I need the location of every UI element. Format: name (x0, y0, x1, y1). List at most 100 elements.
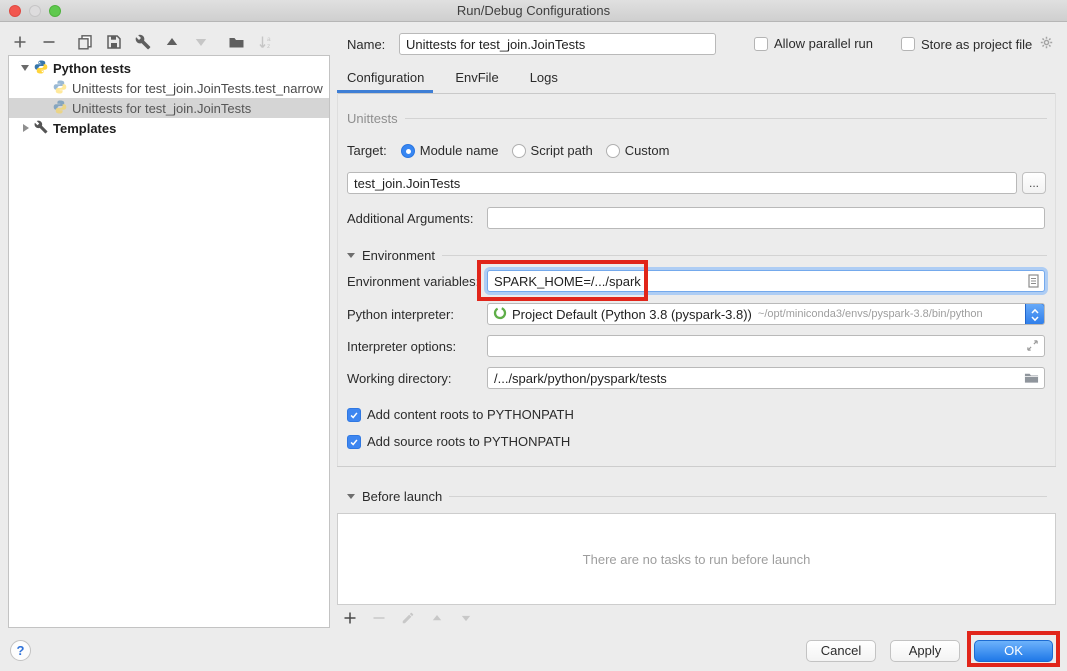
radio-custom[interactable]: Custom (606, 143, 670, 158)
add-task-icon[interactable] (343, 611, 357, 628)
additional-arguments-input[interactable] (487, 207, 1045, 229)
cancel-button[interactable]: Cancel (806, 640, 876, 662)
add-content-roots-checkbox[interactable]: Add content roots to PYTHONPATH (347, 407, 574, 422)
radio-script-path-label: Script path (531, 143, 593, 158)
svg-text:a: a (267, 36, 271, 43)
tab-logs[interactable]: Logs (530, 70, 558, 85)
annotation-box-env-vars (477, 260, 648, 301)
tree-item-label: Templates (53, 121, 116, 136)
move-task-down-icon[interactable] (459, 611, 473, 628)
python-icon (53, 100, 67, 117)
tree-item-python-tests[interactable]: Python tests (9, 58, 329, 78)
title-bar: Run/Debug Configurations (0, 0, 1067, 22)
radio-script-path[interactable]: Script path (512, 143, 593, 158)
python-icon (34, 60, 48, 77)
help-button[interactable]: ? (10, 640, 31, 661)
name-input[interactable] (399, 33, 716, 55)
chevron-right-icon[interactable] (23, 124, 29, 132)
environment-group-label: Environment (362, 248, 435, 263)
divider (1055, 93, 1056, 467)
additional-arguments-label: Additional Arguments: (347, 211, 473, 226)
checkbox-checked-icon[interactable] (347, 408, 361, 422)
divider (337, 466, 1056, 467)
conda-env-icon (493, 306, 507, 323)
tree-item-unittest-jointests-selected[interactable]: Unittests for test_join.JoinTests (9, 98, 329, 118)
unittests-group-label: Unittests (347, 111, 398, 126)
target-input[interactable] (347, 172, 1017, 194)
radio-module-name[interactable]: Module name (401, 143, 499, 158)
target-row: Target: Module name Script path Custom (347, 143, 669, 158)
add-source-roots-checkbox[interactable]: Add source roots to PYTHONPATH (347, 434, 570, 449)
chevron-down-icon[interactable] (21, 65, 29, 71)
edit-defaults-wrench-icon[interactable] (134, 34, 151, 51)
tree-item-templates[interactable]: Templates (9, 118, 329, 138)
working-directory-input[interactable] (487, 367, 1045, 389)
add-source-roots-label: Add source roots to PYTHONPATH (367, 434, 570, 449)
radio-icon[interactable] (606, 144, 620, 158)
tab-configuration[interactable]: Configuration (347, 70, 424, 85)
checkbox-icon[interactable] (754, 37, 768, 51)
annotation-box-ok (967, 631, 1060, 667)
minimize-button[interactable] (29, 5, 41, 17)
python-interpreter-path: ~/opt/miniconda3/envs/pyspark-3.8/bin/py… (758, 308, 983, 320)
divider (442, 255, 1047, 256)
python-interpreter-label: Python interpreter: (347, 307, 454, 322)
move-task-up-icon[interactable] (430, 611, 444, 628)
checkbox-checked-icon[interactable] (347, 435, 361, 449)
zoom-button[interactable] (49, 5, 61, 17)
python-interpreter-value: Project Default (Python 3.8 (pyspark-3.8… (512, 307, 752, 322)
allow-parallel-run-checkbox[interactable]: Allow parallel run (754, 36, 873, 51)
python-interpreter-select[interactable]: Project Default (Python 3.8 (pyspark-3.8… (487, 303, 1045, 325)
run-debug-configurations-dialog: Run/Debug Configurations az Python test (0, 0, 1067, 671)
before-launch-group-header[interactable]: Before launch (347, 489, 1047, 504)
move-up-icon[interactable] (163, 34, 180, 51)
combo-chevrons-icon[interactable] (1025, 303, 1045, 325)
divider (337, 93, 1056, 94)
remove-task-icon[interactable] (372, 611, 386, 628)
before-launch-empty-text: There are no tasks to run before launch (583, 552, 811, 567)
remove-icon[interactable] (40, 34, 57, 51)
collapse-triangle-icon[interactable] (347, 253, 355, 258)
copy-icon[interactable] (76, 34, 93, 51)
move-down-icon[interactable] (192, 34, 209, 51)
tree-item-unittest-narrow[interactable]: Unittests for test_join.JoinTests.test_n… (9, 78, 329, 98)
interpreter-options-field (487, 335, 1045, 357)
tab-bar: Configuration EnvFile Logs (347, 70, 558, 85)
collapse-triangle-icon[interactable] (347, 494, 355, 499)
configurations-tree: Python tests Unittests for test_join.Joi… (8, 55, 330, 628)
save-icon[interactable] (105, 34, 122, 51)
interpreter-options-input[interactable] (487, 335, 1045, 357)
new-folder-icon[interactable] (228, 34, 245, 51)
add-icon[interactable] (11, 34, 28, 51)
radio-module-name-label: Module name (420, 143, 499, 158)
name-label: Name: (347, 37, 385, 52)
target-label: Target: (347, 143, 387, 158)
store-as-project-file-checkbox[interactable]: Store as project file (901, 36, 1053, 52)
environment-variables-label: Environment variables: (347, 274, 479, 289)
browse-target-button[interactable]: ... (1022, 172, 1046, 194)
radio-icon[interactable] (401, 144, 415, 158)
tree-item-label: Unittests for test_join.JoinTests.test_n… (72, 81, 323, 96)
before-launch-group-label: Before launch (362, 489, 442, 504)
close-button[interactable] (9, 5, 21, 17)
environment-group-header[interactable]: Environment (347, 248, 1047, 263)
tab-envfile[interactable]: EnvFile (455, 70, 498, 85)
divider (449, 496, 1047, 497)
configurations-toolbar: az (11, 33, 274, 51)
tree-item-label: Python tests (53, 61, 131, 76)
divider (337, 93, 338, 467)
before-launch-toolbar (343, 611, 473, 628)
python-icon (53, 80, 67, 97)
checkbox-icon[interactable] (901, 37, 915, 51)
tree-item-label: Unittests for test_join.JoinTests (72, 101, 251, 116)
edit-task-pencil-icon[interactable] (401, 611, 415, 628)
interpreter-options-label: Interpreter options: (347, 339, 456, 354)
window-title: Run/Debug Configurations (0, 0, 1067, 22)
radio-icon[interactable] (512, 144, 526, 158)
working-directory-label: Working directory: (347, 371, 452, 386)
apply-button[interactable]: Apply (890, 640, 960, 662)
wrench-icon (34, 120, 48, 137)
working-directory-field (487, 367, 1045, 389)
sort-icon[interactable]: az (257, 34, 274, 51)
gear-icon[interactable] (1040, 36, 1053, 52)
